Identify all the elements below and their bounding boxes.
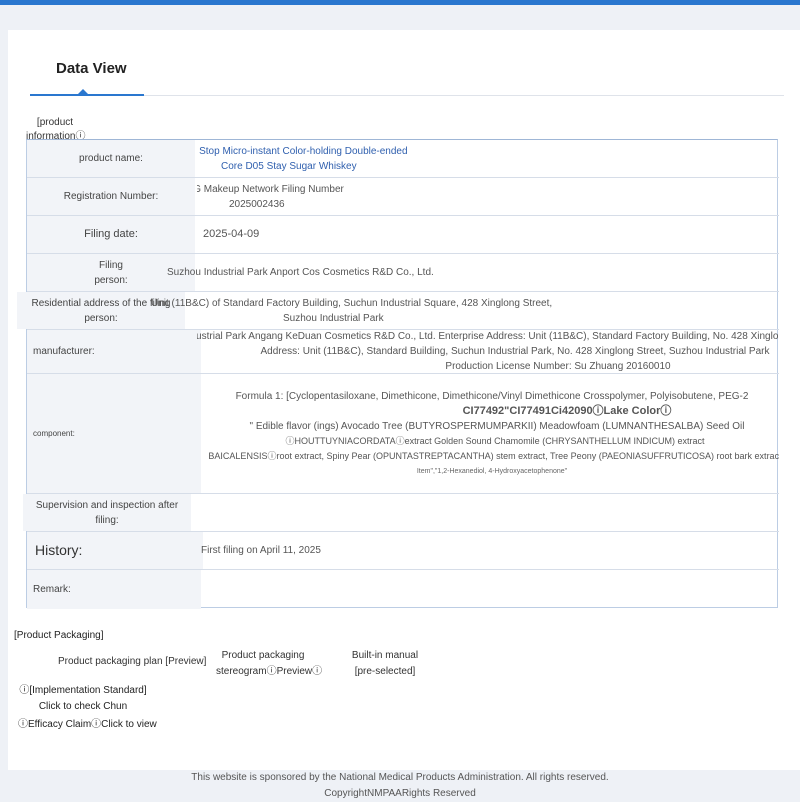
packaging-section-title: [Product Packaging] xyxy=(14,630,104,641)
manufacturer-line3: Production License Number: Su Zhuang 201… xyxy=(445,361,671,372)
value-registration-number: SuG Makeup Network Filing Number 2025002… xyxy=(197,178,779,215)
component-line6: Item","1,2-Hexanediol, 4-Hydroxyacetophe… xyxy=(416,467,568,475)
value-remark xyxy=(197,570,779,609)
implementation-standard-link[interactable]: ⓘ[Implementation Standard] Click to chec… xyxy=(10,683,156,715)
row-registration-number: Registration Number: SuG Makeup Network … xyxy=(27,178,779,216)
label-remark: Remark: xyxy=(27,570,201,609)
product-name-line1: Misty Stop Micro-instant Color-holding D… xyxy=(197,145,408,157)
row-history: History: First filing on April 11, 2025 xyxy=(27,532,779,570)
component-line2: CI77492"CI77491Ci42090ⓘLake Colorⓘ xyxy=(462,404,672,417)
address-line1: Unit (11B&C) of Standard Factory Buildin… xyxy=(151,297,553,309)
label-registration-number: Registration Number: xyxy=(27,178,195,215)
row-product-name: product name: Misty Stop Micro-instant C… xyxy=(27,140,779,178)
label-product-name: product name: xyxy=(27,140,195,177)
row-remark: Remark: xyxy=(27,570,779,609)
value-residential-address: Unit (11B&C) of Standard Factory Buildin… xyxy=(151,292,779,329)
registration-line1: SuG Makeup Network Filing Number xyxy=(197,183,344,195)
packaging-plan-preview-link[interactable]: Product packaging plan [Preview] xyxy=(58,656,206,667)
row-component: component: Formula 1: [Cyclopentasiloxan… xyxy=(27,374,779,494)
footer-copyright: This website is sponsored by the Nationa… xyxy=(191,772,609,799)
tab-underline xyxy=(30,94,144,96)
efficacy-claim-link[interactable]: ⓘEfficacy ClaimⓘClick to view xyxy=(18,715,157,730)
row-filing-person: Filing person: Suzhou Industrial Park An… xyxy=(27,254,779,292)
top-accent-bar xyxy=(0,0,800,5)
built-in-manual-link[interactable]: Built-in manual [pre-selected] xyxy=(346,648,424,680)
manufacturer-line1: Enterprise Name: Suzhou Industrial Park … xyxy=(197,331,779,342)
registration-line2: 2025002436 xyxy=(229,198,285,210)
product-name-line2: Core D05 Stay Sugar Whiskey xyxy=(221,160,357,172)
component-line5: BAICALENSISⓘroot extract, Spiny Pear (OP… xyxy=(208,450,779,461)
value-product-name: Misty Stop Micro-instant Color-holding D… xyxy=(197,140,779,177)
packaging-stereogram-preview-link[interactable]: Product packaging stereogramⓘPreviewⓘ xyxy=(216,648,322,680)
row-manufacturer: manufacturer: Enterprise Name: Suzhou In… xyxy=(27,330,779,374)
row-residential-address: Residential address of the filing person… xyxy=(17,292,779,330)
label-filing-date: Filing date: xyxy=(27,216,195,253)
value-manufacturer: Enterprise Name: Suzhou Industrial Park … xyxy=(197,330,779,373)
product-info-table: product name: Misty Stop Micro-instant C… xyxy=(17,139,779,609)
value-supervision xyxy=(197,494,779,531)
tab-divider xyxy=(144,95,784,96)
row-supervision: Supervision and inspection after filing: xyxy=(23,494,779,532)
label-supervision: Supervision and inspection after filing: xyxy=(23,494,191,531)
value-filing-date: 2025-04-09 xyxy=(203,228,260,240)
label-history: History: xyxy=(27,532,203,569)
component-line1: Formula 1: [Cyclopentasiloxane, Dimethic… xyxy=(235,390,749,402)
manufacturer-line2: Address: Unit (11B&C), Standard Building… xyxy=(260,346,770,357)
value-component: Formula 1: [Cyclopentasiloxane, Dimethic… xyxy=(197,374,779,493)
component-line4: ⓘHOUTTUYNIACORDATAⓘextract Golden Sound … xyxy=(285,435,705,446)
row-filing-date: Filing date: 2025-04-09 xyxy=(27,216,779,254)
label-component: component: xyxy=(27,374,201,493)
tab-data-view[interactable]: Data View xyxy=(56,60,127,77)
value-filing-person: Suzhou Industrial Park Anport Cos Cosmet… xyxy=(167,267,434,278)
address-line2: Suzhou Industrial Park xyxy=(283,312,384,324)
component-line3: " Edible flavor (ings) Avocado Tree (BUT… xyxy=(249,420,745,432)
value-history: First filing on April 11, 2025 xyxy=(201,545,321,556)
label-manufacturer: manufacturer: xyxy=(27,330,201,373)
